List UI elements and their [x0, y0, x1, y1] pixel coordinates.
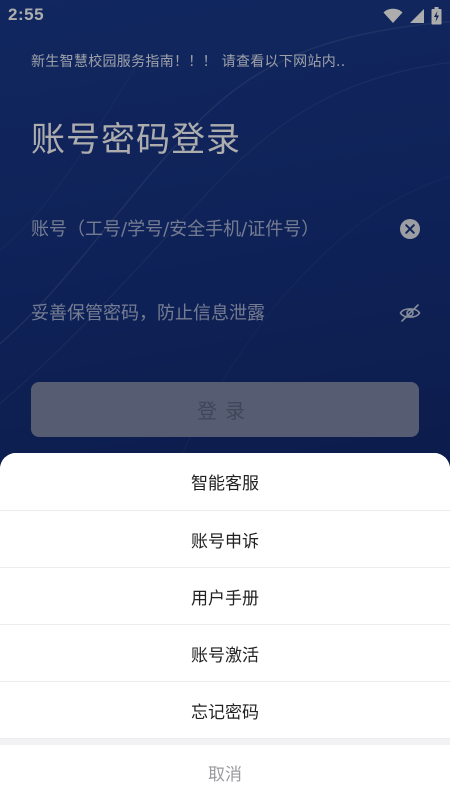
sheet-item-smart-service[interactable]: 智能客服 — [0, 453, 450, 511]
sheet-item-forgot-password[interactable]: 忘记密码 — [0, 682, 450, 739]
sheet-item-account-activation[interactable]: 账号激活 — [0, 625, 450, 682]
sheet-item-account-appeal[interactable]: 账号申诉 — [0, 511, 450, 568]
sheet-item-user-manual[interactable]: 用户手册 — [0, 568, 450, 625]
action-sheet: 智能客服 账号申诉 用户手册 账号激活 忘记密码 取消 — [0, 453, 450, 800]
cancel-button[interactable]: 取消 — [0, 745, 450, 800]
